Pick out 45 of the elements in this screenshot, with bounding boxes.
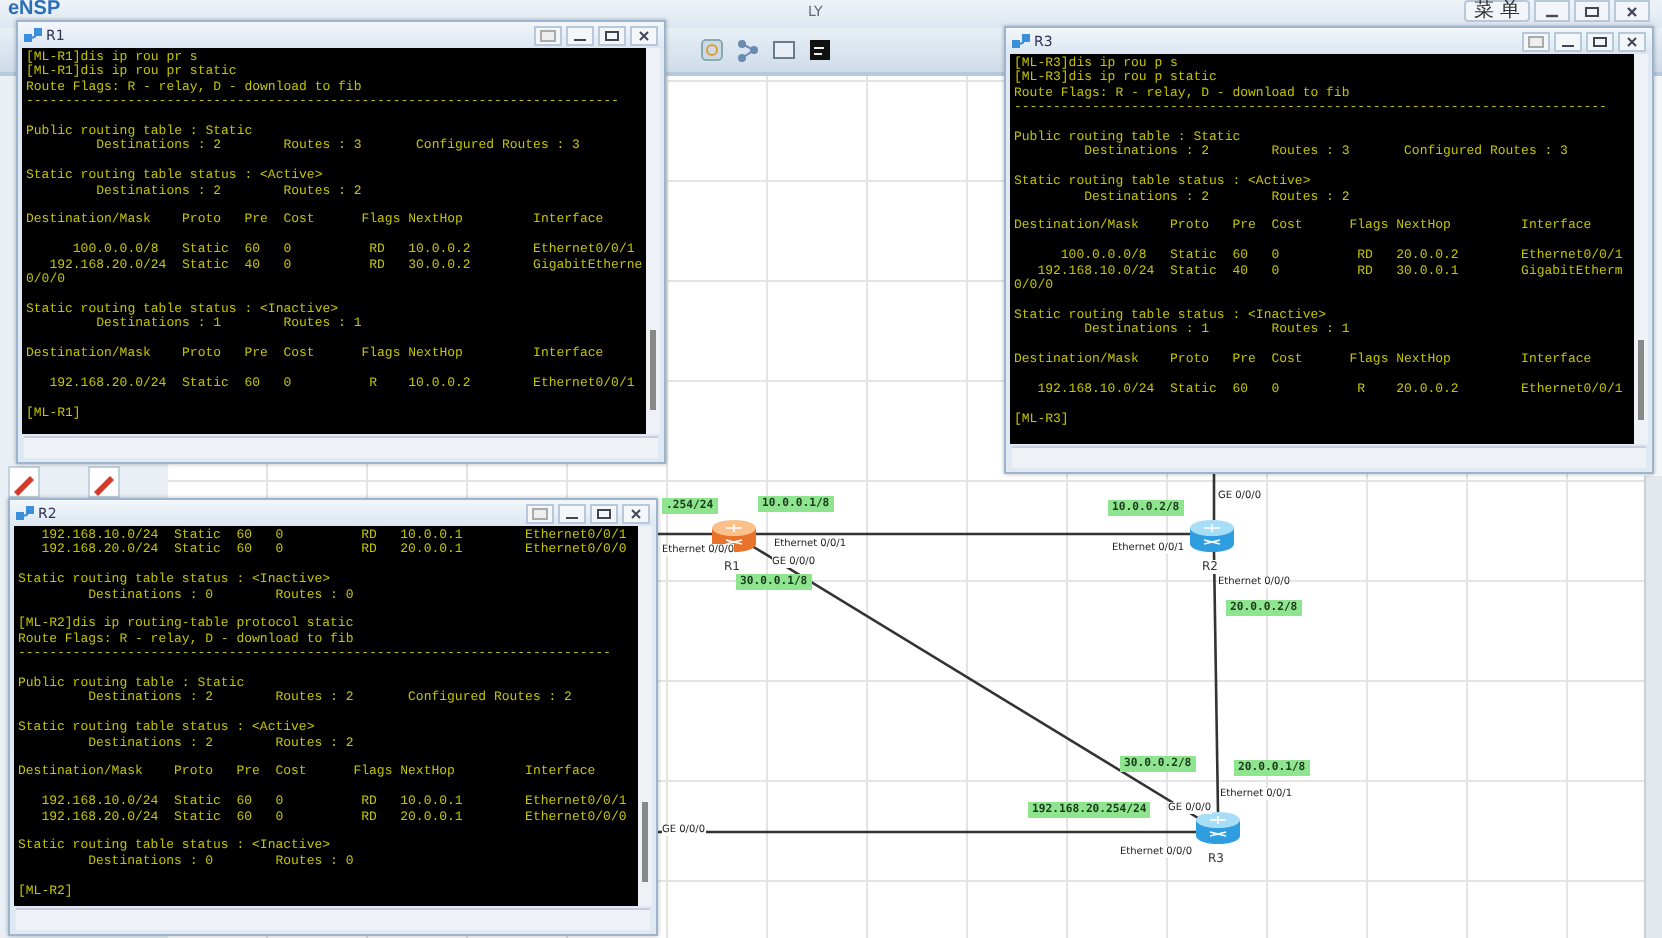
router-icon[interactable]: [1196, 812, 1240, 844]
router-icon[interactable]: [712, 520, 756, 552]
scrollbar[interactable]: [1012, 446, 1646, 468]
toolbar-icon: [540, 29, 556, 41]
terminal-icon: [16, 505, 34, 521]
scrollbar[interactable]: [638, 526, 652, 906]
terminal-icon: [1012, 33, 1030, 49]
close-icon: [628, 507, 644, 519]
terminal-icon[interactable]: [808, 38, 832, 62]
toolbar-icon: [1528, 35, 1544, 47]
minimize-button[interactable]: [1534, 0, 1570, 22]
topology-icon[interactable]: [736, 38, 760, 62]
maximize-icon: [1592, 35, 1608, 47]
window-icon[interactable]: [772, 38, 796, 62]
menu-button[interactable]: 菜 单: [1464, 0, 1530, 22]
app-logo: eNSP: [8, 0, 61, 18]
scrollbar[interactable]: [24, 436, 658, 458]
restore-button[interactable]: [1574, 0, 1610, 22]
link-line: [1212, 474, 1216, 520]
scrollbar[interactable]: [646, 48, 660, 434]
scrollbar[interactable]: [1644, 476, 1662, 938]
maximize-button[interactable]: [598, 25, 626, 45]
restore-icon: [1584, 5, 1600, 17]
maximize-icon: [596, 507, 612, 519]
minimize-button[interactable]: [1554, 31, 1582, 51]
link-line: [656, 532, 712, 536]
close-icon: [636, 29, 652, 41]
pen-icon[interactable]: [88, 466, 120, 498]
pen-icon[interactable]: [8, 466, 40, 498]
maximize-button[interactable]: [1586, 31, 1614, 51]
close-button[interactable]: [622, 503, 650, 523]
scrollbar[interactable]: [16, 908, 650, 930]
minimize-button[interactable]: [566, 25, 594, 45]
maximize-icon: [604, 29, 620, 41]
terminal-icon: [24, 27, 42, 43]
close-button[interactable]: [1614, 0, 1650, 22]
toolbar-icon: [532, 507, 548, 519]
scrollbar[interactable]: [1634, 54, 1648, 444]
close-icon: [1624, 35, 1640, 47]
minimize-button[interactable]: [558, 503, 586, 523]
maximize-button[interactable]: [590, 503, 618, 523]
close-button[interactable]: [1618, 31, 1646, 51]
close-button[interactable]: [630, 25, 658, 45]
router-icon[interactable]: [1190, 520, 1234, 552]
close-icon: [1624, 5, 1640, 17]
